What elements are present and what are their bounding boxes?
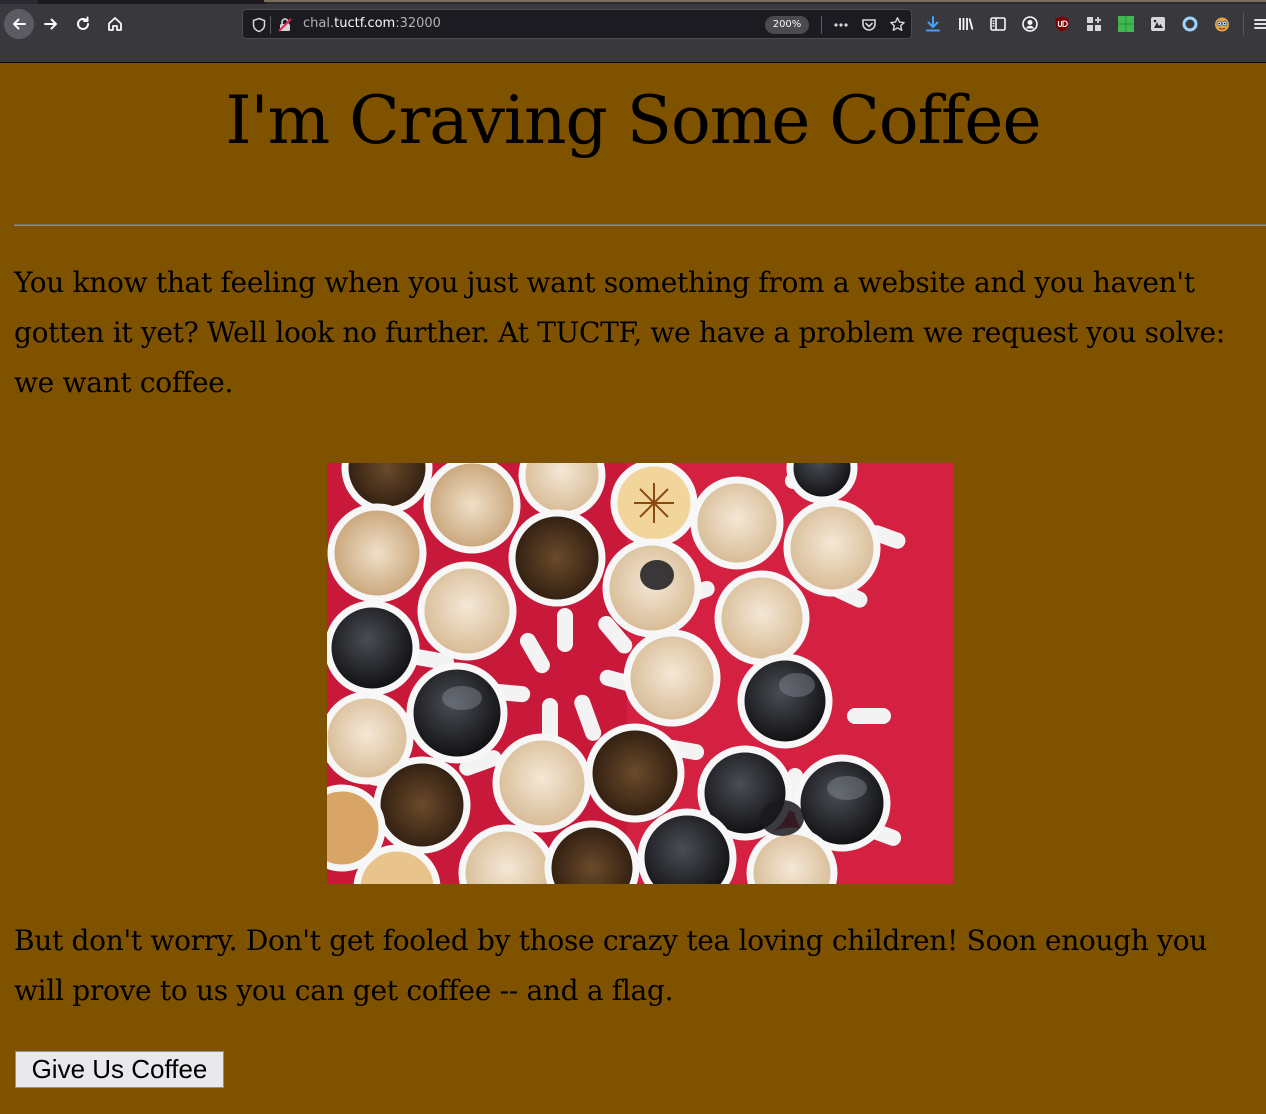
url-separator-2 — [821, 16, 822, 34]
downloads-button[interactable] — [922, 13, 944, 35]
grid-plus-icon — [1087, 17, 1101, 31]
ublock-shield-icon — [1055, 16, 1069, 32]
green-extension-button[interactable] — [1115, 13, 1137, 35]
more-actions-icon[interactable] — [833, 18, 849, 32]
url-host: tuctf.com — [334, 16, 396, 31]
bookmark-star-icon[interactable] — [889, 16, 906, 33]
toolbar-separator — [1243, 13, 1244, 35]
face-extension-button[interactable] — [1211, 13, 1233, 35]
arrow-right-icon — [44, 18, 57, 30]
sidebar-button[interactable] — [987, 13, 1009, 35]
coffee-cups-image — [327, 463, 953, 884]
active-tab-indicator[interactable] — [38, 0, 266, 4]
library-button[interactable] — [955, 13, 977, 35]
green-square-icon — [1118, 16, 1134, 32]
tab-strip — [0, 0, 1266, 4]
url-separator — [270, 16, 271, 34]
url-host-prefix: chal. — [303, 16, 335, 31]
home-icon — [108, 17, 122, 31]
url-port: :32000 — [395, 16, 441, 31]
reload-icon — [77, 16, 89, 30]
reload-button[interactable] — [69, 10, 97, 38]
closing-paragraph: But don't worry. Don't get fooled by tho… — [14, 924, 1207, 1007]
give-us-coffee-button[interactable]: Give Us Coffee — [15, 1051, 224, 1088]
arrow-left-icon — [13, 18, 26, 30]
zoom-level-badge[interactable]: 200% — [765, 16, 809, 34]
ublock-extension-button[interactable] — [1051, 13, 1073, 35]
insecure-lock-icon[interactable] — [277, 17, 293, 33]
coffee-cups-illustration — [327, 463, 953, 884]
face-icon — [1215, 17, 1229, 32]
browser-toolbar: chal.tuctf.com:32000 200% — [0, 0, 1266, 63]
menu-button[interactable] — [1250, 13, 1266, 35]
url-text[interactable]: chal.tuctf.com:32000 — [303, 16, 441, 31]
account-icon — [1022, 16, 1038, 32]
intro-paragraph: You know that feeling when you just want… — [14, 266, 1225, 399]
page-content: I'm Craving Some Coffee You know that fe… — [0, 64, 1266, 1114]
page-title: I'm Craving Some Coffee — [225, 82, 1041, 159]
pocket-icon[interactable] — [861, 17, 877, 33]
shield-icon[interactable] — [251, 17, 267, 33]
dark-square-icon — [1151, 17, 1165, 31]
sidebar-icon — [990, 17, 1006, 31]
blue-ring-icon — [1182, 16, 1198, 32]
hamburger-menu-icon — [1254, 19, 1266, 29]
download-arrow-icon — [926, 16, 940, 32]
horizontal-rule — [14, 224, 1266, 226]
dark-extension-button[interactable] — [1147, 13, 1169, 35]
library-icon — [959, 18, 974, 30]
home-button[interactable] — [101, 10, 129, 38]
forward-button[interactable] — [37, 10, 65, 38]
ring-extension-button[interactable] — [1179, 13, 1201, 35]
account-button[interactable] — [1019, 13, 1041, 35]
tab-strip-highlight — [264, 0, 1266, 2]
back-button[interactable] — [4, 9, 34, 39]
extension-grid-button[interactable] — [1083, 13, 1105, 35]
url-bar[interactable]: chal.tuctf.com:32000 200% — [242, 9, 912, 39]
